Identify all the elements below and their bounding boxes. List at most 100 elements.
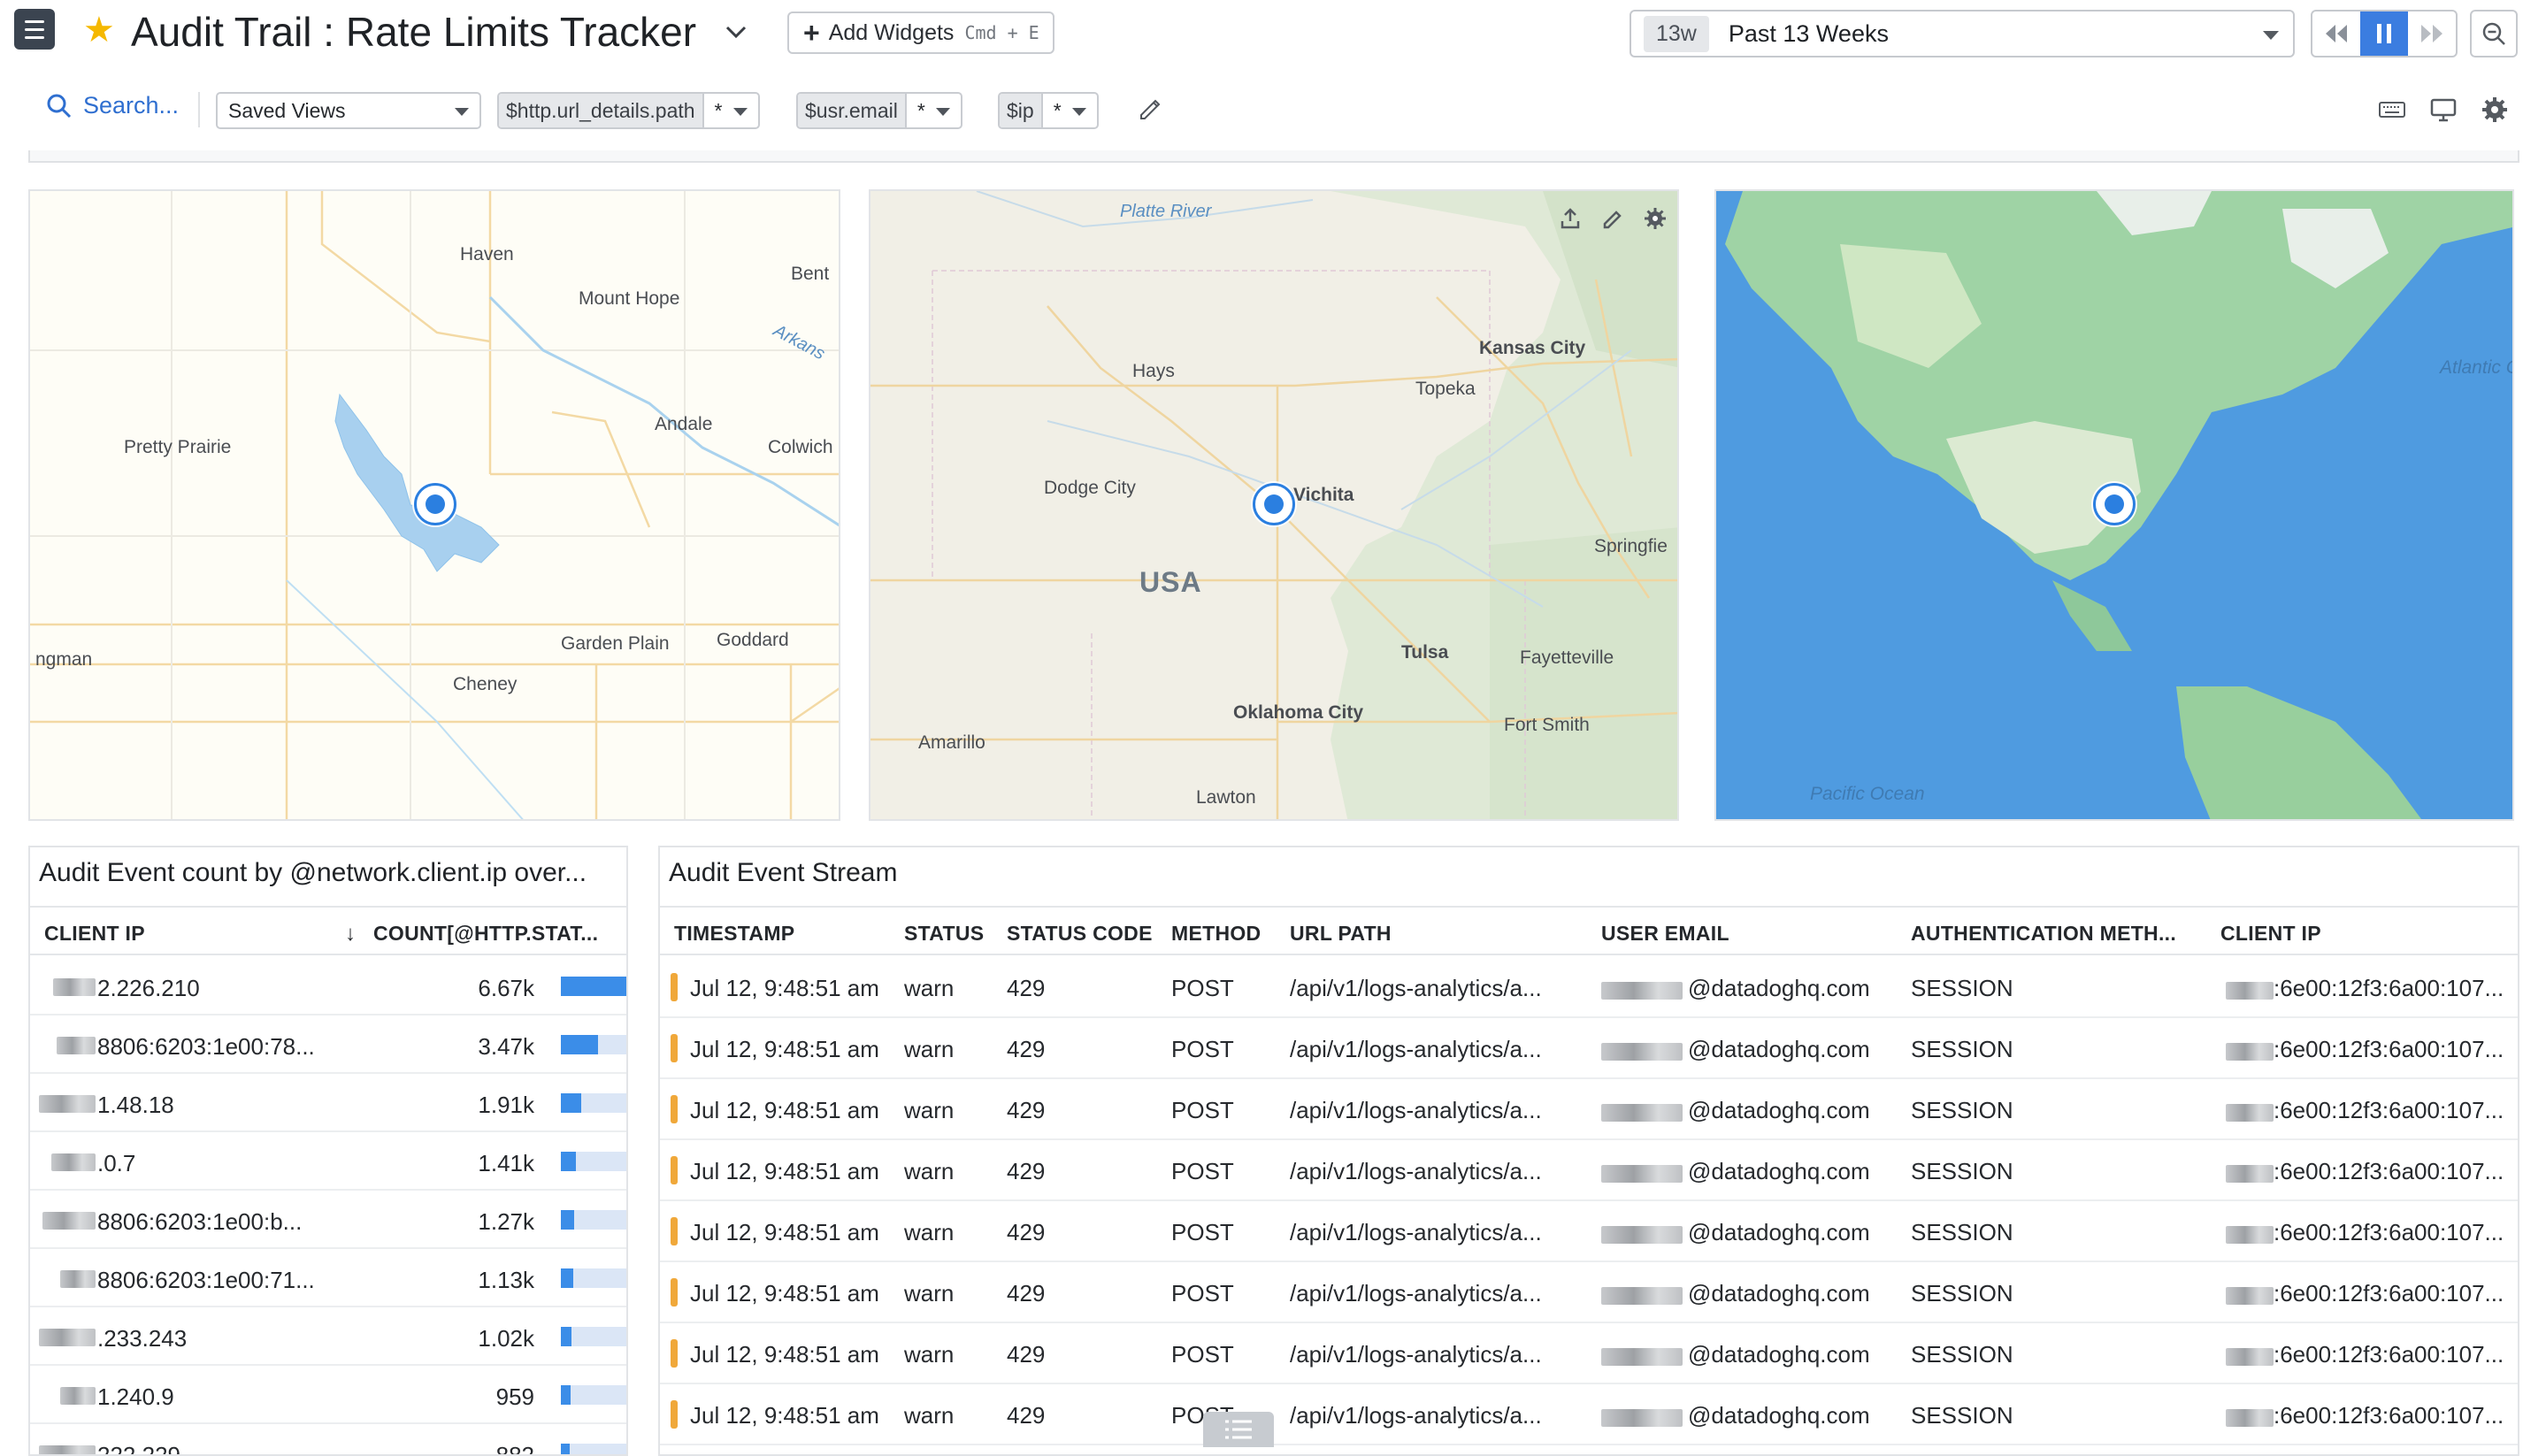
gear-icon[interactable] — [2481, 96, 2509, 124]
count-cell: 6.67k — [478, 975, 534, 1001]
status-cell: warn — [904, 1402, 955, 1429]
geomap-world[interactable]: Atlantic Ocean Pacific Ocean — [1714, 189, 2514, 821]
count-cell: 1.91k — [478, 1092, 534, 1118]
status-code-cell: 429 — [1007, 1219, 1046, 1245]
redacted-text — [1601, 982, 1683, 1000]
map-label: ngman — [35, 649, 93, 670]
table-row[interactable]: 222.229 882 — [30, 1424, 626, 1454]
add-widgets-button[interactable]: + Add Widgets Cmd + E — [787, 11, 1054, 54]
pencil-icon[interactable] — [1136, 96, 1162, 122]
map-pin[interactable] — [414, 483, 456, 525]
column-header[interactable]: STATUS — [904, 922, 984, 946]
column-header[interactable]: URL PATH — [1290, 922, 1392, 946]
column-header[interactable]: USER EMAIL — [1601, 922, 1729, 946]
status-indicator — [671, 1339, 678, 1368]
map-label: Lawton — [1196, 787, 1256, 808]
zoom-out-icon[interactable] — [2470, 10, 2518, 57]
pencil-icon[interactable] — [1601, 207, 1624, 230]
client-ip-cell: 1.240.9 — [97, 1383, 174, 1410]
auth-method-cell: SESSION — [1911, 1097, 2013, 1123]
gear-icon[interactable] — [1644, 207, 1667, 230]
status-indicator — [671, 1400, 678, 1429]
caret-down-icon — [2263, 31, 2279, 40]
column-header[interactable]: TIMESTAMP — [674, 922, 794, 946]
column-header[interactable]: CLIENT IP — [2220, 922, 2321, 946]
time-range-picker[interactable]: 13w Past 13 Weeks — [1630, 10, 2295, 57]
template-variable-ip[interactable]: $ip * — [998, 92, 1099, 129]
table-row[interactable]: Jul 12, 9:48:51 amwarn429POST/api/v1/log… — [660, 1079, 2518, 1140]
monitor-icon[interactable] — [2429, 96, 2458, 124]
sort-down-icon[interactable]: ↓ — [345, 922, 356, 946]
map-pin[interactable] — [1253, 483, 1295, 525]
auth-method-cell: SESSION — [1911, 1280, 2013, 1307]
table-row[interactable]: Jul 12, 9:48:51 amwarn429POST/api/v1/log… — [660, 1323, 2518, 1384]
table-row[interactable]: Jul 12, 9:48:51 amwarn429POST/api/v1/log… — [660, 1384, 2518, 1445]
template-variable-value[interactable]: * — [704, 94, 758, 127]
url-path-cell: /api/v1/logs-analytics/a... — [1290, 1280, 1542, 1307]
template-variable-value[interactable]: * — [1043, 94, 1097, 127]
column-header-count[interactable]: COUNT[@HTTP.STAT... — [373, 922, 598, 946]
table-row[interactable]: 8806:6203:1e00:71... 1.13k — [30, 1249, 626, 1307]
count-bar — [561, 1152, 626, 1171]
list-icon[interactable] — [1203, 1412, 1274, 1447]
timestamp-cell: Jul 12, 9:48:51 am — [690, 1097, 879, 1123]
table-row[interactable]: .0.7 1.41k — [30, 1132, 626, 1191]
keyboard-icon[interactable] — [2378, 96, 2406, 124]
status-cell: warn — [904, 1341, 955, 1368]
saved-views-select[interactable]: Saved Views — [216, 92, 481, 129]
status-indicator — [671, 1034, 678, 1062]
timestamp-cell: Jul 12, 9:48:51 am — [690, 975, 879, 1001]
template-variable-url-path[interactable]: $http.url_details.path * — [497, 92, 760, 129]
redacted-text — [2226, 1165, 2274, 1183]
method-cell: POST — [1171, 1341, 1234, 1368]
column-header-client-ip[interactable]: CLIENT IP — [44, 922, 145, 946]
user-email-cell: @datadoghq.com — [1688, 1097, 1870, 1123]
export-icon[interactable] — [1559, 207, 1582, 230]
column-header[interactable]: STATUS CODE — [1007, 922, 1153, 946]
redacted-text — [2226, 1043, 2274, 1061]
column-header[interactable]: METHOD — [1171, 922, 1261, 946]
search-button[interactable]: Search... — [46, 92, 179, 119]
status-cell: warn — [904, 1036, 955, 1062]
table-row[interactable]: 8806:6203:1e00:78... 3.47k — [30, 1015, 626, 1074]
table-row[interactable]: Jul 12, 9:48:51 amwarn429POST/api/v1/log… — [660, 1262, 2518, 1323]
redacted-text — [2226, 1348, 2274, 1366]
table-row[interactable]: 1.48.18 1.91k — [30, 1074, 626, 1132]
count-bar-fill — [561, 1385, 571, 1405]
auth-method-cell: SESSION — [1911, 1219, 2013, 1245]
map-pin[interactable] — [2093, 483, 2136, 525]
geomap-regional[interactable]: Platte River Kansas City Hays Topeka Dod… — [869, 189, 1679, 821]
geomap-local[interactable]: Haven Bent Mount Hope Arkans Andale Colw… — [28, 189, 840, 821]
table-row[interactable]: 1.240.9 959 — [30, 1366, 626, 1424]
table-row[interactable]: Jul 12, 9:48:51 amwarn429POST/api/v1/log… — [660, 1201, 2518, 1262]
auth-method-cell: SESSION — [1911, 1402, 2013, 1429]
client-ip-cell: :6e00:12f3:6a00:107... — [2274, 1341, 2504, 1368]
menu-icon[interactable] — [14, 9, 55, 50]
user-email-cell: @datadoghq.com — [1688, 1219, 1870, 1245]
count-bar — [561, 1035, 626, 1054]
event-stream-widget[interactable]: Audit Event Stream TIMESTAMP STATUS STAT… — [658, 846, 2519, 1456]
table-row[interactable]: 2.226.210 6.67k — [30, 957, 626, 1015]
template-variable-user-email[interactable]: $usr.email * — [796, 92, 962, 129]
client-ip-cell: :6e00:12f3:6a00:107... — [2274, 1280, 2504, 1307]
map-label: Fort Smith — [1504, 715, 1590, 735]
pause-icon[interactable] — [2360, 11, 2408, 56]
widget-toolbar — [1559, 207, 1667, 230]
chevron-down-icon[interactable] — [724, 19, 748, 44]
template-variable-value[interactable]: * — [907, 94, 961, 127]
search-label: Search... — [83, 92, 180, 119]
table-row[interactable]: Jul 12, 9:48:51 amwarn429POST/api/v1/log… — [660, 1018, 2518, 1079]
widget-title: Audit Event Stream — [669, 858, 898, 887]
table-row[interactable]: Jul 12, 9:48:51 amwarn429POST/api/v1/log… — [660, 957, 2518, 1018]
fast-forward-icon[interactable] — [2408, 11, 2456, 56]
table-row[interactable]: .233.243 1.02k — [30, 1307, 626, 1366]
toplist-widget[interactable]: Audit Event count by @network.client.ip … — [28, 846, 628, 1456]
rewind-icon[interactable] — [2312, 11, 2360, 56]
column-header[interactable]: AUTHENTICATION METH... — [1911, 922, 2176, 946]
table-row[interactable]: Jul 12, 9:48:51 amwarn429POST/api/v1/log… — [660, 1140, 2518, 1201]
client-ip-cell: 8806:6203:1e00:b... — [97, 1208, 303, 1235]
star-icon[interactable]: ★ — [83, 12, 115, 48]
redacted-text — [39, 1095, 96, 1113]
user-email-cell: @datadoghq.com — [1688, 1280, 1870, 1307]
table-row[interactable]: 8806:6203:1e00:b... 1.27k — [30, 1191, 626, 1249]
